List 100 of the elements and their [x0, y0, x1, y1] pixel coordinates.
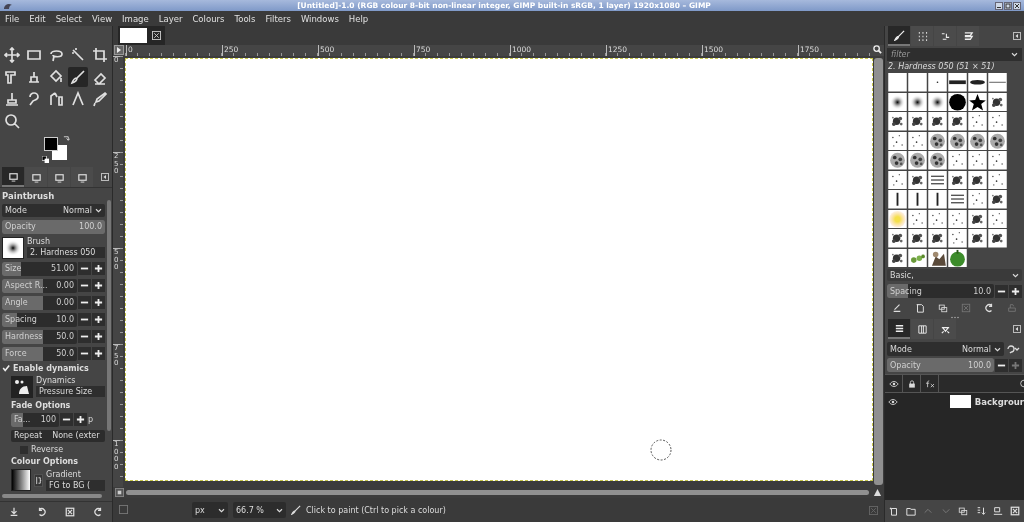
unit-dropdown[interactable]: p [88, 415, 94, 424]
dock-tab[interactable] [934, 319, 956, 339]
minus-icon[interactable] [78, 262, 91, 275]
brush-icon[interactable] [888, 112, 907, 131]
zoom-icon[interactable] [873, 45, 882, 54]
new-icon[interactable] [914, 303, 925, 313]
paintbrush-icon[interactable] [68, 67, 88, 87]
colour-picker-icon[interactable] [90, 89, 110, 109]
opacity-slider[interactable]: Opacity 100.0 [2, 219, 105, 234]
navigate-arrow-icon[interactable] [873, 488, 882, 497]
brush-icon[interactable] [948, 248, 967, 267]
quick-mask-icon[interactable] [114, 45, 124, 55]
brush-icon[interactable] [988, 92, 1007, 111]
brush-icon[interactable] [968, 73, 987, 92]
brush-icon[interactable] [928, 112, 947, 131]
plus-icon[interactable] [92, 296, 105, 309]
zoom-icon[interactable] [2, 111, 22, 131]
new-layer-icon[interactable] [888, 506, 899, 516]
brush-icon[interactable] [908, 92, 927, 111]
brush-icon[interactable] [908, 229, 927, 248]
layer-thumbnail[interactable] [949, 395, 971, 408]
brush-icon[interactable] [888, 92, 907, 111]
image-tab[interactable] [118, 26, 165, 45]
scrollbar[interactable] [874, 58, 883, 485]
gradient-field[interactable]: FG to BG ( [46, 479, 105, 491]
slider[interactable]: Spacing 10.0 [2, 312, 77, 327]
brush-preview-icon[interactable] [2, 236, 24, 259]
brush-icon[interactable] [948, 190, 967, 209]
menu-item[interactable]: File [5, 13, 20, 24]
minus-icon[interactable] [995, 358, 1008, 372]
menu-item[interactable]: Select [55, 13, 82, 24]
gradient-preview[interactable] [11, 469, 31, 491]
brush-icon[interactable] [948, 112, 967, 131]
minus-icon[interactable] [60, 413, 73, 426]
slider[interactable]: Size 51.00 [2, 261, 77, 276]
brush-icon[interactable] [888, 209, 907, 228]
duplicate-icon[interactable] [937, 303, 948, 313]
minus-icon[interactable] [995, 284, 1008, 298]
menu-item[interactable]: Edit [29, 13, 46, 24]
new-group-icon[interactable] [906, 506, 917, 516]
brush-icon[interactable] [928, 151, 947, 170]
mask-icon[interactable] [992, 506, 1003, 516]
mode-dropdown[interactable]: Mode Normal [2, 204, 105, 217]
brush-icon[interactable] [968, 92, 987, 111]
minus-icon[interactable] [78, 330, 91, 343]
brush-icon[interactable] [968, 131, 987, 150]
brush-icon[interactable] [948, 170, 967, 189]
dock-tab[interactable] [911, 319, 933, 339]
menu-item[interactable]: Colours [192, 13, 225, 24]
dock-tab[interactable] [888, 26, 910, 46]
eye-icon[interactable] [888, 397, 899, 406]
brush-icon[interactable] [988, 209, 1007, 228]
brush-icon[interactable] [928, 229, 947, 248]
menu-item[interactable]: Help [348, 13, 369, 24]
tab-menu-icon[interactable] [1013, 325, 1021, 333]
brush-icon[interactable] [908, 170, 927, 189]
checkbox[interactable] [2, 364, 10, 372]
brush-icon[interactable] [928, 248, 947, 267]
minus-icon[interactable] [78, 347, 91, 360]
brush-icon[interactable] [948, 92, 967, 111]
scrollbar[interactable] [126, 490, 869, 495]
close-icon[interactable] [1013, 1, 1021, 10]
maximize-icon[interactable] [1004, 1, 1012, 10]
brush-icon[interactable] [908, 190, 927, 209]
navigate-icon[interactable] [115, 488, 124, 497]
plus-icon[interactable] [1009, 284, 1022, 298]
edit-icon[interactable] [891, 303, 902, 313]
foreground-background-colours-icon[interactable] [44, 137, 68, 161]
minus-icon[interactable] [78, 313, 91, 326]
zoom-dropdown[interactable]: 66.7 % [233, 502, 286, 518]
menu-item[interactable]: Image [122, 13, 149, 24]
plus-icon[interactable] [92, 279, 105, 292]
brush-name-field[interactable]: 2. Hardness 050 [27, 247, 105, 258]
reset-icon[interactable] [37, 507, 47, 517]
brush-icon[interactable] [928, 209, 947, 228]
brush-icon[interactable] [968, 170, 987, 189]
mode-dropdown[interactable]: Mode Normal [887, 342, 1004, 356]
brush-icon[interactable] [908, 248, 927, 267]
minus-icon[interactable] [78, 279, 91, 292]
brush-icon[interactable] [908, 209, 927, 228]
dock-tab[interactable] [2, 167, 24, 187]
crop-icon[interactable] [90, 45, 110, 65]
brush-icon[interactable] [888, 131, 907, 150]
minimize-icon[interactable] [995, 1, 1003, 10]
menu-item[interactable]: View [91, 13, 113, 24]
panel-grip-icon[interactable] [949, 316, 960, 319]
tab-menu-icon[interactable] [1013, 32, 1021, 40]
brush-icon[interactable] [908, 131, 927, 150]
brush-icon[interactable] [988, 170, 1007, 189]
brush-icon[interactable] [948, 73, 967, 92]
opacity-slider[interactable]: Opacity 100.0 [887, 358, 994, 372]
brush-icon[interactable] [888, 151, 907, 170]
brush-icon[interactable] [888, 170, 907, 189]
brush-icon[interactable] [968, 209, 987, 228]
refresh-icon[interactable] [984, 303, 995, 313]
plus-icon[interactable] [92, 262, 105, 275]
plus-icon[interactable] [92, 330, 105, 343]
brush-icon[interactable] [928, 170, 947, 189]
move-icon[interactable] [2, 45, 22, 65]
dock-tab[interactable] [957, 26, 979, 46]
